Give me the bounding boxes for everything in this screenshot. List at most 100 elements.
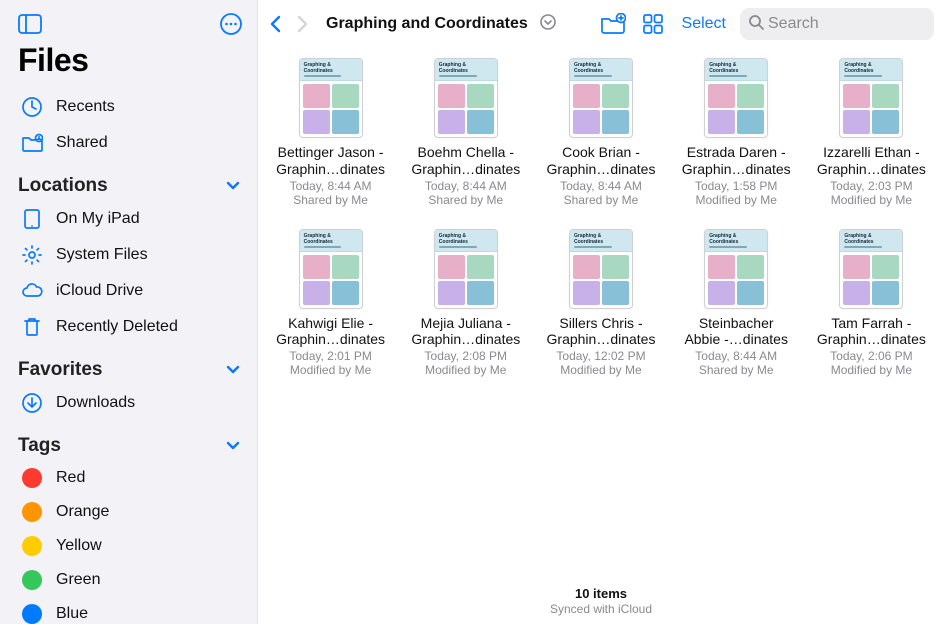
- file-item[interactable]: Graphing & Coordinates Cook Brian - Grap…: [538, 58, 663, 207]
- file-time: Today, 8:44 AM: [695, 349, 777, 363]
- file-time: Today, 8:44 AM: [425, 179, 507, 193]
- file-status: Modified by Me: [290, 363, 371, 377]
- sidebar-item-blue[interactable]: Blue: [14, 597, 247, 624]
- file-thumbnail: Graphing & Coordinates: [434, 229, 498, 309]
- folder-shared-icon: [20, 132, 44, 154]
- file-name-line2: Graphin…dinates: [817, 331, 926, 348]
- sidebar-section-header[interactable]: Locations: [14, 161, 247, 201]
- file-time: Today, 2:03 PM: [830, 179, 913, 193]
- file-thumbnail: Graphing & Coordinates: [704, 58, 768, 138]
- file-name-line1: Tam Farrah -: [831, 315, 911, 332]
- file-time: Today, 2:01 PM: [289, 349, 372, 363]
- folder-title[interactable]: Graphing and Coordinates: [326, 15, 528, 33]
- file-name-line1: Steinbacher: [699, 315, 774, 332]
- file-time: Today, 8:44 AM: [560, 179, 642, 193]
- file-status: Shared by Me: [293, 193, 368, 207]
- chevron-down-icon: [225, 437, 243, 455]
- file-time: Today, 2:08 PM: [425, 349, 508, 363]
- file-thumbnail: Graphing & Coordinates: [704, 229, 768, 309]
- sidebar-item-orange[interactable]: Orange: [14, 495, 247, 529]
- chevron-down-icon: [225, 361, 243, 379]
- file-status: Shared by Me: [428, 193, 503, 207]
- sidebar-section-header[interactable]: Tags: [14, 421, 247, 461]
- sidebar-item-label: Yellow: [56, 537, 241, 555]
- folder-title-dropdown-icon[interactable]: [540, 14, 556, 35]
- file-name-line2: Graphin…dinates: [276, 161, 385, 178]
- file-name-line1: Bettinger Jason -: [278, 144, 384, 161]
- sidebar-item-label: Red: [56, 469, 241, 487]
- sidebar-item-label: iCloud Drive: [56, 282, 241, 300]
- back-button[interactable]: [264, 9, 288, 39]
- search-field[interactable]: [740, 8, 934, 40]
- download-icon: [20, 392, 44, 414]
- gear-icon: [20, 244, 44, 266]
- file-item[interactable]: Graphing & Coordinates Kahwigi Elie - Gr…: [268, 229, 393, 378]
- file-item[interactable]: Graphing & Coordinates Bettinger Jason -…: [268, 58, 393, 207]
- file-status: Shared by Me: [699, 363, 774, 377]
- file-name-line2: Abbie -…dinates: [684, 331, 788, 348]
- file-item[interactable]: Graphing & Coordinates Estrada Daren - G…: [674, 58, 799, 207]
- file-item[interactable]: Graphing & Coordinates Mejia Juliana - G…: [403, 229, 528, 378]
- file-name-line1: Estrada Daren -: [687, 144, 786, 161]
- sidebar-item-green[interactable]: Green: [14, 563, 247, 597]
- sidebar-item-yellow[interactable]: Yellow: [14, 529, 247, 563]
- file-item[interactable]: Graphing & Coordinates Tam Farrah - Grap…: [809, 229, 934, 378]
- file-status: Shared by Me: [564, 193, 639, 207]
- sidebar-item-on-my-ipad[interactable]: On My iPad: [14, 201, 247, 237]
- file-thumbnail: Graphing & Coordinates: [569, 58, 633, 138]
- select-button[interactable]: Select: [676, 15, 732, 33]
- sidebar-item-label: Blue: [56, 605, 241, 623]
- file-item[interactable]: Graphing & Coordinates Boehm Chella - Gr…: [403, 58, 528, 207]
- file-item[interactable]: Graphing & Coordinates Steinbacher Abbie…: [674, 229, 799, 378]
- sidebar-item-shared[interactable]: Shared: [14, 125, 247, 161]
- sidebar-section-title: Tags: [18, 435, 61, 457]
- sidebar: Files Recents Shared Locations On My iPad S…: [0, 0, 258, 624]
- file-name-line1: Cook Brian -: [562, 144, 640, 161]
- file-time: Today, 2:06 PM: [830, 349, 913, 363]
- sidebar-item-label: On My iPad: [56, 210, 241, 228]
- sidebar-item-recents[interactable]: Recents: [14, 89, 247, 125]
- chevron-down-icon: [225, 177, 243, 195]
- icloud-icon: [20, 280, 44, 302]
- sidebar-toggle-icon[interactable]: [18, 14, 42, 34]
- file-name-line1: Mejia Juliana -: [421, 315, 511, 332]
- sidebar-section-title: Locations: [18, 175, 108, 197]
- file-thumbnail: Graphing & Coordinates: [299, 58, 363, 138]
- forward-button: [290, 9, 314, 39]
- file-thumbnail: Graphing & Coordinates: [434, 58, 498, 138]
- file-status: Modified by Me: [696, 193, 777, 207]
- sidebar-item-icloud-drive[interactable]: iCloud Drive: [14, 273, 247, 309]
- sidebar-item-label: System Files: [56, 246, 241, 264]
- file-status: Modified by Me: [425, 363, 506, 377]
- sidebar-item-label: Recents: [56, 98, 241, 116]
- sidebar-item-label: Orange: [56, 503, 241, 521]
- file-thumbnail: Graphing & Coordinates: [299, 229, 363, 309]
- sidebar-item-recently-deleted[interactable]: Recently Deleted: [14, 309, 247, 345]
- status-footer: 10 items Synced with iCloud: [258, 580, 944, 624]
- toolbar: Graphing and Coordinates Select: [258, 0, 944, 44]
- sidebar-item-downloads[interactable]: Downloads: [14, 385, 247, 421]
- file-name-line2: Graphin…dinates: [547, 331, 656, 348]
- new-folder-button[interactable]: [596, 9, 630, 39]
- sidebar-item-system-files[interactable]: System Files: [14, 237, 247, 273]
- view-mode-button[interactable]: [638, 9, 668, 39]
- sidebar-item-label: Recently Deleted: [56, 318, 241, 336]
- sidebar-item-red[interactable]: Red: [14, 461, 247, 495]
- main-pane: Graphing and Coordinates Select: [258, 0, 944, 624]
- app-title: Files: [18, 42, 247, 79]
- file-item[interactable]: Graphing & Coordinates Izzarelli Ethan -…: [809, 58, 934, 207]
- sidebar-section-header[interactable]: Favorites: [14, 345, 247, 385]
- file-name-line2: Graphin…dinates: [817, 161, 926, 178]
- sidebar-item-label: Green: [56, 571, 241, 589]
- file-grid: Graphing & Coordinates Bettinger Jason -…: [258, 44, 944, 580]
- clock-icon: [20, 96, 44, 118]
- more-icon[interactable]: [219, 12, 243, 36]
- tag-dot-icon: [20, 570, 44, 590]
- tag-dot-icon: [20, 536, 44, 556]
- sidebar-item-label: Shared: [56, 134, 241, 152]
- tag-dot-icon: [20, 502, 44, 522]
- file-name-line1: Boehm Chella -: [418, 144, 515, 161]
- file-name-line1: Izzarelli Ethan -: [823, 144, 919, 161]
- search-input[interactable]: [768, 15, 944, 33]
- file-item[interactable]: Graphing & Coordinates Sillers Chris - G…: [538, 229, 663, 378]
